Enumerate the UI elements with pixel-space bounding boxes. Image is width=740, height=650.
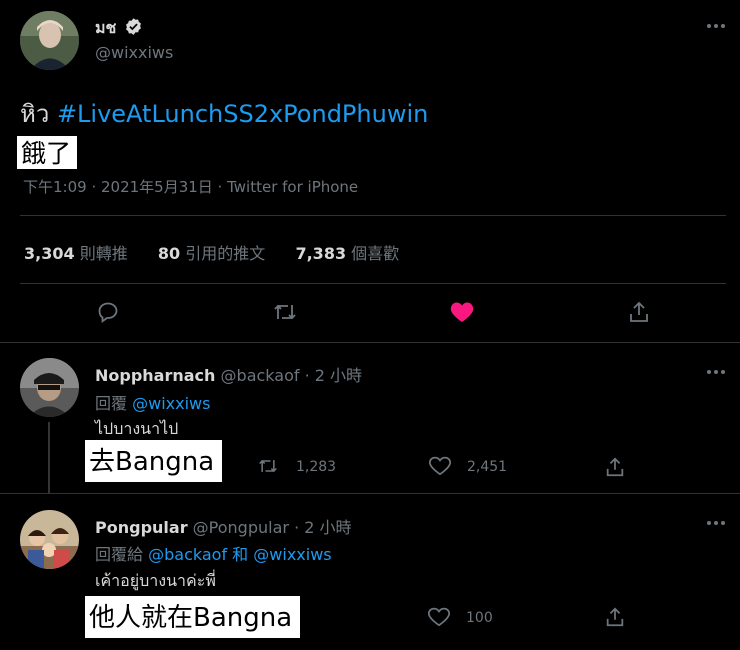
author-handle[interactable]: @wixxiws xyxy=(95,43,173,62)
likes-label: 個喜歡 xyxy=(351,244,400,263)
likes-stat[interactable]: 7,383 個喜歡 xyxy=(295,244,399,263)
divider xyxy=(0,493,740,494)
more-options-icon[interactable] xyxy=(706,22,726,30)
author-name[interactable]: Pongpular xyxy=(95,518,188,537)
share-icon[interactable] xyxy=(627,300,651,324)
replying-prefix: 回覆 xyxy=(95,394,128,413)
like-count: 100 xyxy=(466,610,493,626)
mention-link[interactable]: @backaof xyxy=(148,545,227,564)
author-handle[interactable]: @Pongpular xyxy=(193,518,289,537)
more-options-icon[interactable] xyxy=(706,519,726,527)
retweets-label: 則轉推 xyxy=(79,244,128,263)
share-icon[interactable] xyxy=(604,606,626,628)
more-options-icon[interactable] xyxy=(706,368,726,376)
quotes-stat[interactable]: 80 引用的推文 xyxy=(158,244,270,263)
quotes-count: 80 xyxy=(157,244,181,263)
tweet-text-thai: หิว xyxy=(20,100,50,128)
share-icon[interactable] xyxy=(604,456,626,478)
subtitle-caption: 去Bangna xyxy=(85,440,223,482)
thread-line xyxy=(48,422,50,493)
author-name[interactable]: Noppharnach xyxy=(95,366,215,385)
subtitle-caption: 餓了 xyxy=(17,136,78,169)
retweets-stat[interactable]: 3,304 則轉推 xyxy=(24,244,133,263)
retweet-icon[interactable] xyxy=(257,456,279,476)
stats-row: 3,304 則轉推 80 引用的推文 7,383 個喜歡 xyxy=(24,240,399,264)
author-name[interactable]: มช xyxy=(95,16,116,41)
reply-time[interactable]: · 2 小時 xyxy=(305,366,362,385)
retweet-icon[interactable] xyxy=(272,300,298,324)
reply-icon[interactable] xyxy=(96,300,120,324)
mention-link[interactable]: @wixxiws xyxy=(253,545,331,564)
retweet-count: 1,283 xyxy=(296,459,337,475)
avatar[interactable] xyxy=(20,510,79,569)
likes-count: 7,383 xyxy=(295,244,347,263)
subtitle-caption: 他人就在Bangna xyxy=(85,596,301,638)
reply-text: เค้าอยู่บางนาค่ะพี่ xyxy=(95,571,216,590)
replying-and: 和 xyxy=(232,545,249,564)
tweet-meta[interactable]: 下午1:09 · 2021年5月31日 · Twitter for iPhone xyxy=(23,176,358,197)
author-handle[interactable]: @backaof xyxy=(221,366,300,385)
verified-badge-icon xyxy=(124,17,143,36)
retweets-count: 3,304 xyxy=(24,244,75,263)
like-heart-icon[interactable] xyxy=(450,301,474,323)
reply-text: ไปบางนาไป xyxy=(95,419,179,438)
like-icon[interactable] xyxy=(428,607,450,627)
quotes-label: 引用的推文 xyxy=(185,244,266,263)
divider xyxy=(20,215,726,216)
tweet-text: หิว #LiveAtLunchSS2xPondPhuwin xyxy=(20,94,428,133)
divider xyxy=(20,283,726,284)
mention-link[interactable]: @wixxiws xyxy=(132,394,210,413)
replying-prefix: 回覆給 xyxy=(95,545,144,564)
reply-time[interactable]: · 2 小時 xyxy=(294,518,351,537)
divider xyxy=(0,342,740,343)
avatar[interactable] xyxy=(20,11,79,70)
avatar[interactable] xyxy=(20,358,79,417)
reply-header: Pongpular @Pongpular · 2 小時 xyxy=(95,514,352,538)
hashtag-link[interactable]: #LiveAtLunchSS2xPondPhuwin xyxy=(57,100,428,128)
like-count: 2,451 xyxy=(467,459,508,475)
like-icon[interactable] xyxy=(429,456,451,476)
replying-to: 回覆 @wixxiws xyxy=(95,390,210,414)
replying-to: 回覆給 @backaof 和 @wixxiws xyxy=(95,541,332,565)
reply-header: Noppharnach @backaof · 2 小時 xyxy=(95,362,362,386)
